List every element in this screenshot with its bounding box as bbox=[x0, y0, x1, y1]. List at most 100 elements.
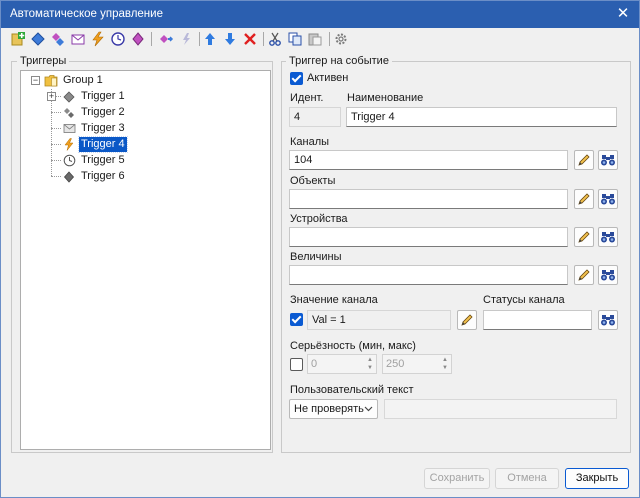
add-object-icon[interactable] bbox=[129, 30, 147, 48]
channel-icon bbox=[61, 105, 77, 120]
add-lightning-icon[interactable] bbox=[89, 30, 107, 48]
tree-item-trigger-4[interactable]: Trigger 4 bbox=[61, 136, 128, 153]
tree-item-trigger-3[interactable]: Trigger 3 bbox=[61, 121, 127, 136]
add-diamond-icon[interactable] bbox=[29, 30, 47, 48]
move-down-icon[interactable] bbox=[221, 30, 239, 48]
add-star-icon[interactable] bbox=[177, 30, 195, 48]
trigger-1-expand-toggle[interactable]: + bbox=[47, 92, 56, 101]
clock-icon bbox=[61, 153, 77, 168]
severity-min-value: 0 bbox=[311, 358, 318, 370]
quantities-label: Величины bbox=[290, 251, 342, 263]
channels-browse-button[interactable] bbox=[598, 150, 618, 170]
tree-item-trigger-6[interactable]: Trigger 6 bbox=[61, 169, 127, 184]
tree-group-label: Group 1 bbox=[63, 74, 103, 86]
channel-value-field: Val = 1 bbox=[307, 310, 451, 330]
binoculars-icon bbox=[601, 155, 615, 166]
active-checkbox[interactable] bbox=[290, 72, 303, 85]
tree-connector bbox=[51, 160, 61, 161]
group-collapse-toggle[interactable]: − bbox=[31, 76, 40, 85]
channel-value-edit-button[interactable] bbox=[457, 310, 477, 330]
save-button[interactable]: Сохранить bbox=[424, 468, 490, 489]
binoculars-icon bbox=[601, 194, 615, 205]
message-icon bbox=[61, 121, 77, 136]
id-field: 4 bbox=[289, 107, 341, 127]
active-label: Активен bbox=[307, 72, 349, 84]
objects-label: Объекты bbox=[290, 175, 336, 187]
close-window-icon[interactable]: ✕ bbox=[613, 5, 633, 23]
objects-field[interactable] bbox=[289, 189, 568, 209]
name-label: Наименование bbox=[347, 92, 424, 104]
channel-value-checkbox[interactable] bbox=[290, 313, 303, 326]
lightning-icon bbox=[61, 137, 77, 152]
toolbar-separator bbox=[151, 32, 152, 46]
pencil-icon bbox=[578, 231, 590, 243]
event-trigger-title: Триггер на событие bbox=[286, 55, 392, 67]
chevron-down-icon bbox=[364, 400, 373, 425]
pencil-icon bbox=[578, 154, 590, 166]
severity-max-value: 250 bbox=[386, 358, 405, 370]
user-text-label: Пользовательский текст bbox=[290, 384, 414, 396]
channel-value-label: Значение канала bbox=[290, 294, 378, 306]
tree-connector bbox=[51, 144, 61, 145]
object-icon bbox=[61, 169, 77, 184]
binoculars-icon bbox=[601, 232, 615, 243]
channel-status-browse-button[interactable] bbox=[598, 310, 618, 330]
close-button[interactable]: Закрыть bbox=[565, 468, 629, 489]
toolbar-separator bbox=[329, 32, 330, 46]
add-clock-icon[interactable] bbox=[109, 30, 127, 48]
severity-max-spinner[interactable]: 250 ▲ ▼ bbox=[382, 354, 452, 374]
spinner-arrows-icon[interactable]: ▲ ▼ bbox=[365, 356, 375, 372]
devices-browse-button[interactable] bbox=[598, 227, 618, 247]
devices-field[interactable] bbox=[289, 227, 568, 247]
cut-icon[interactable] bbox=[266, 30, 284, 48]
tree-item-trigger-2[interactable]: Trigger 2 bbox=[61, 105, 127, 120]
quantities-field[interactable] bbox=[289, 265, 568, 285]
objects-edit-button[interactable] bbox=[574, 189, 594, 209]
toolbar-separator bbox=[263, 32, 264, 46]
tree-item-label: Trigger 3 bbox=[81, 122, 125, 134]
channels-label: Каналы bbox=[290, 136, 330, 148]
settings-icon[interactable] bbox=[332, 30, 350, 48]
add-group-icon[interactable] bbox=[157, 30, 175, 48]
binoculars-icon bbox=[601, 270, 615, 281]
triggers-tree[interactable]: − Group 1 + Trigger 1 Trigger 2 Trigger … bbox=[20, 70, 271, 450]
id-label: Идент. bbox=[290, 92, 324, 104]
objects-browse-button[interactable] bbox=[598, 189, 618, 209]
paste-icon[interactable] bbox=[306, 30, 324, 48]
pencil-icon bbox=[578, 193, 590, 205]
tree-item-label: Trigger 6 bbox=[81, 170, 125, 182]
window-title: Автоматическое управление bbox=[10, 8, 163, 20]
diamond-icon bbox=[61, 89, 77, 104]
tree-item-label: Trigger 1 bbox=[81, 90, 125, 102]
tree-connector bbox=[51, 89, 52, 176]
tree-item-label: Trigger 4 bbox=[78, 136, 128, 153]
user-text-mode-value: Не проверять bbox=[294, 403, 364, 415]
new-trigger-icon[interactable] bbox=[9, 30, 27, 48]
cancel-button[interactable]: Отмена bbox=[495, 468, 559, 489]
tree-item-label: Trigger 5 bbox=[81, 154, 125, 166]
devices-edit-button[interactable] bbox=[574, 227, 594, 247]
name-field[interactable]: Trigger 4 bbox=[346, 107, 617, 127]
severity-min-spinner[interactable]: 0 ▲ ▼ bbox=[307, 354, 377, 374]
channels-field[interactable]: 104 bbox=[289, 150, 568, 170]
tree-item-label: Trigger 2 bbox=[81, 106, 125, 118]
channel-status-field[interactable] bbox=[483, 310, 592, 330]
severity-label: Серьёзность (мин, макс) bbox=[290, 340, 416, 352]
copy-icon[interactable] bbox=[286, 30, 304, 48]
delete-icon[interactable] bbox=[241, 30, 259, 48]
quantities-edit-button[interactable] bbox=[574, 265, 594, 285]
devices-label: Устройства bbox=[290, 213, 348, 225]
spinner-arrows-icon[interactable]: ▲ ▼ bbox=[440, 356, 450, 372]
tree-item-trigger-5[interactable]: Trigger 5 bbox=[61, 153, 127, 168]
severity-checkbox[interactable] bbox=[290, 358, 303, 371]
pencil-icon bbox=[578, 269, 590, 281]
move-up-icon[interactable] bbox=[201, 30, 219, 48]
user-text-mode-select[interactable]: Не проверять bbox=[289, 399, 378, 419]
quantities-browse-button[interactable] bbox=[598, 265, 618, 285]
folder-icon bbox=[43, 73, 59, 88]
tree-item-trigger-1[interactable]: Trigger 1 bbox=[61, 89, 127, 104]
tree-group-row[interactable]: Group 1 bbox=[43, 73, 105, 88]
channels-edit-button[interactable] bbox=[574, 150, 594, 170]
add-channel-icon[interactable] bbox=[49, 30, 67, 48]
add-message-icon[interactable] bbox=[69, 30, 87, 48]
